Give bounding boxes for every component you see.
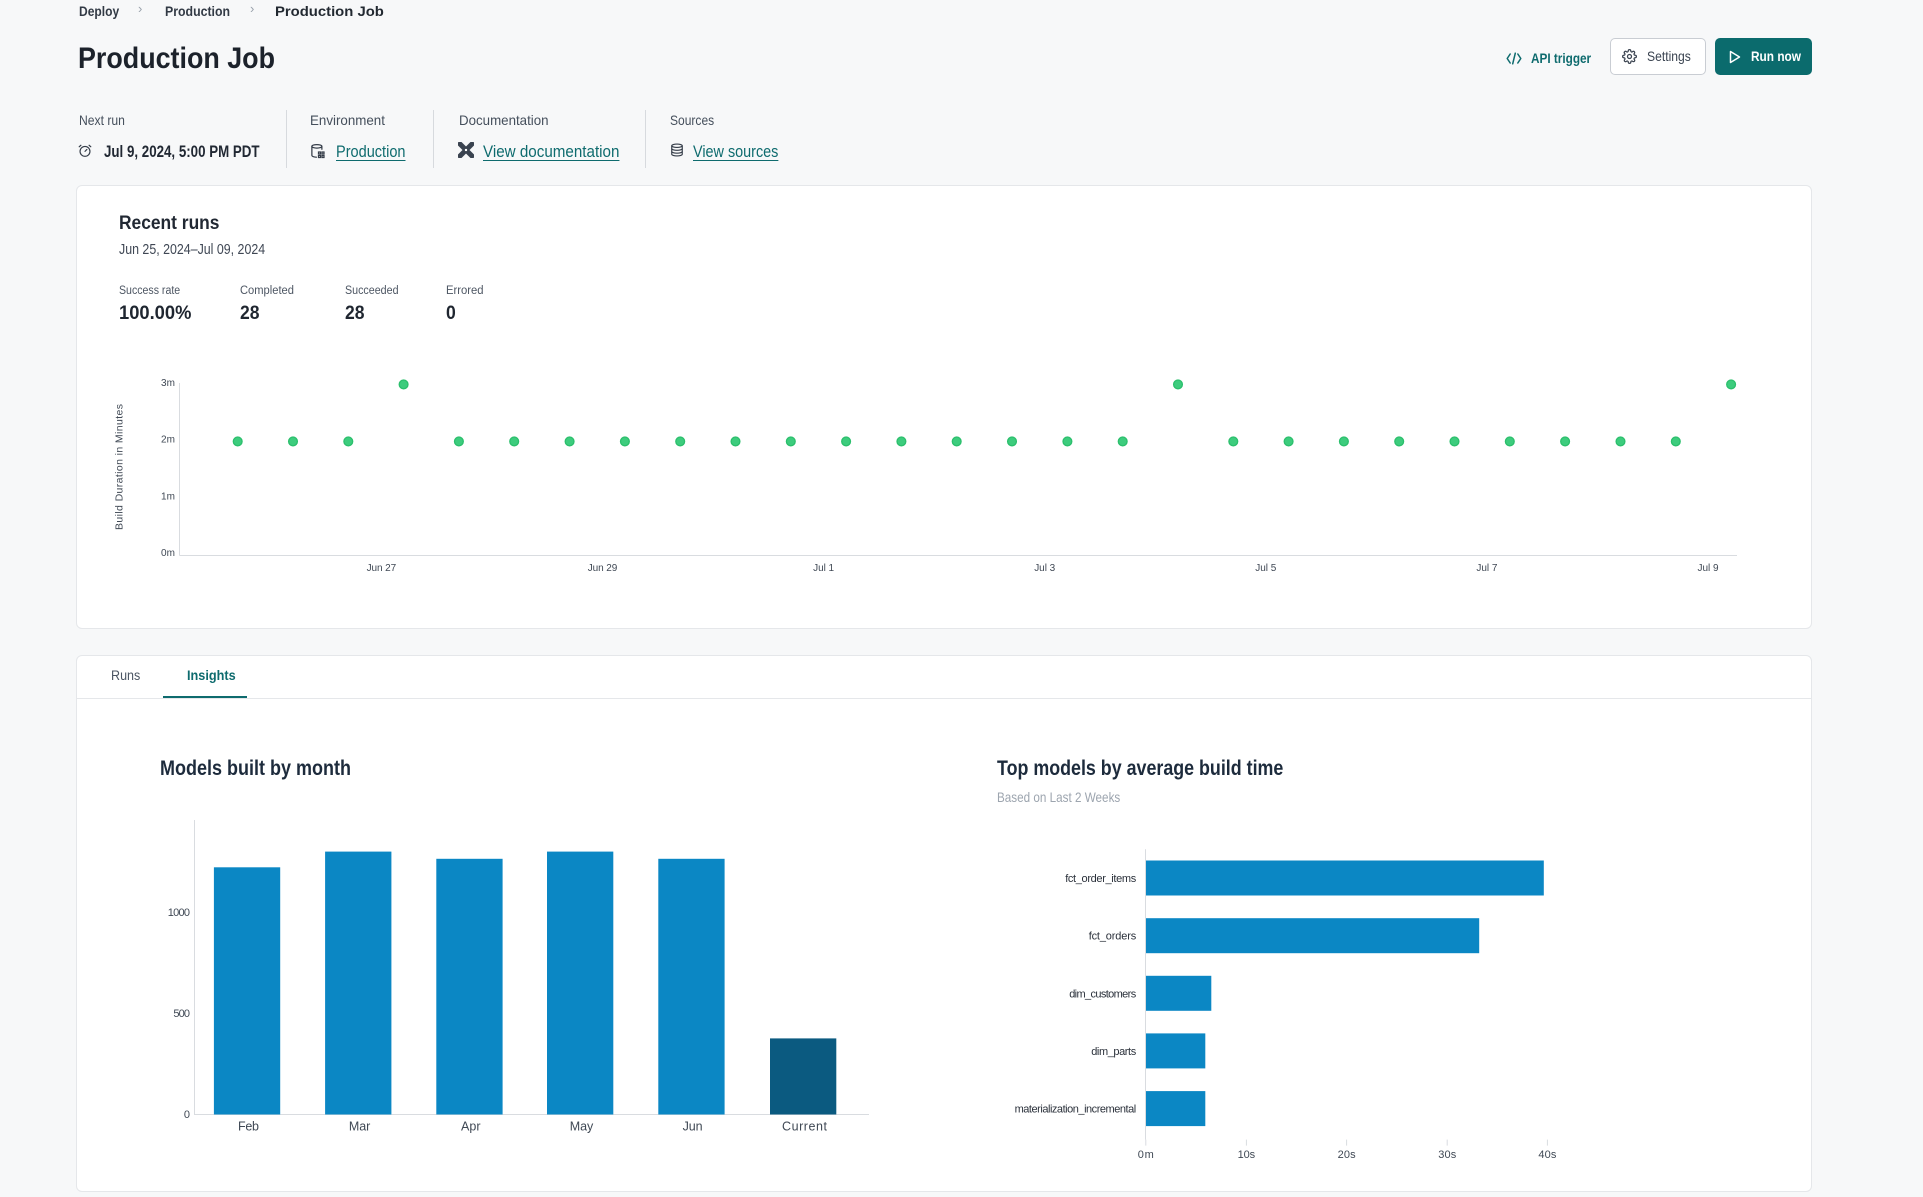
svg-text:Jun: Jun: [683, 1120, 703, 1134]
svg-text:Current: Current: [782, 1120, 828, 1134]
svg-text:Jul 1: Jul 1: [813, 563, 834, 574]
svg-text:Jul 5: Jul 5: [1255, 563, 1276, 574]
svg-text:0m: 0m: [1138, 1149, 1154, 1161]
svg-text:materialization_incremental: materialization_incremental: [1015, 1104, 1137, 1116]
svg-text:Jun 29: Jun 29: [588, 563, 618, 574]
svg-text:1000: 1000: [168, 907, 190, 919]
svg-text:fct_order_items: fct_order_items: [1065, 873, 1137, 885]
svg-text:20s: 20s: [1338, 1149, 1357, 1161]
svg-text:10s: 10s: [1238, 1149, 1256, 1161]
svg-text:Jul 9: Jul 9: [1698, 563, 1719, 574]
svg-text:2m: 2m: [161, 435, 175, 446]
svg-text:fct_orders: fct_orders: [1089, 931, 1137, 943]
svg-text:1m: 1m: [161, 491, 175, 502]
svg-text:dim_customers: dim_customers: [1069, 988, 1137, 1000]
svg-text:Jul 7: Jul 7: [1476, 563, 1497, 574]
svg-text:Build Duration in Minutes: Build Duration in Minutes: [114, 404, 126, 530]
svg-text:Feb: Feb: [238, 1120, 259, 1134]
svg-text:Jul 3: Jul 3: [1034, 563, 1055, 574]
svg-text:Mar: Mar: [349, 1120, 371, 1134]
svg-text:dim_parts: dim_parts: [1091, 1046, 1137, 1058]
svg-text:3m: 3m: [161, 378, 175, 389]
svg-text:Jun 27: Jun 27: [367, 563, 397, 574]
svg-text:0: 0: [184, 1109, 190, 1121]
svg-text:May: May: [570, 1120, 594, 1134]
svg-text:500: 500: [173, 1008, 190, 1020]
svg-text:Apr: Apr: [461, 1120, 481, 1134]
svg-text:0m: 0m: [161, 548, 175, 559]
svg-text:30s: 30s: [1438, 1149, 1457, 1161]
svg-text:40s: 40s: [1538, 1149, 1557, 1161]
